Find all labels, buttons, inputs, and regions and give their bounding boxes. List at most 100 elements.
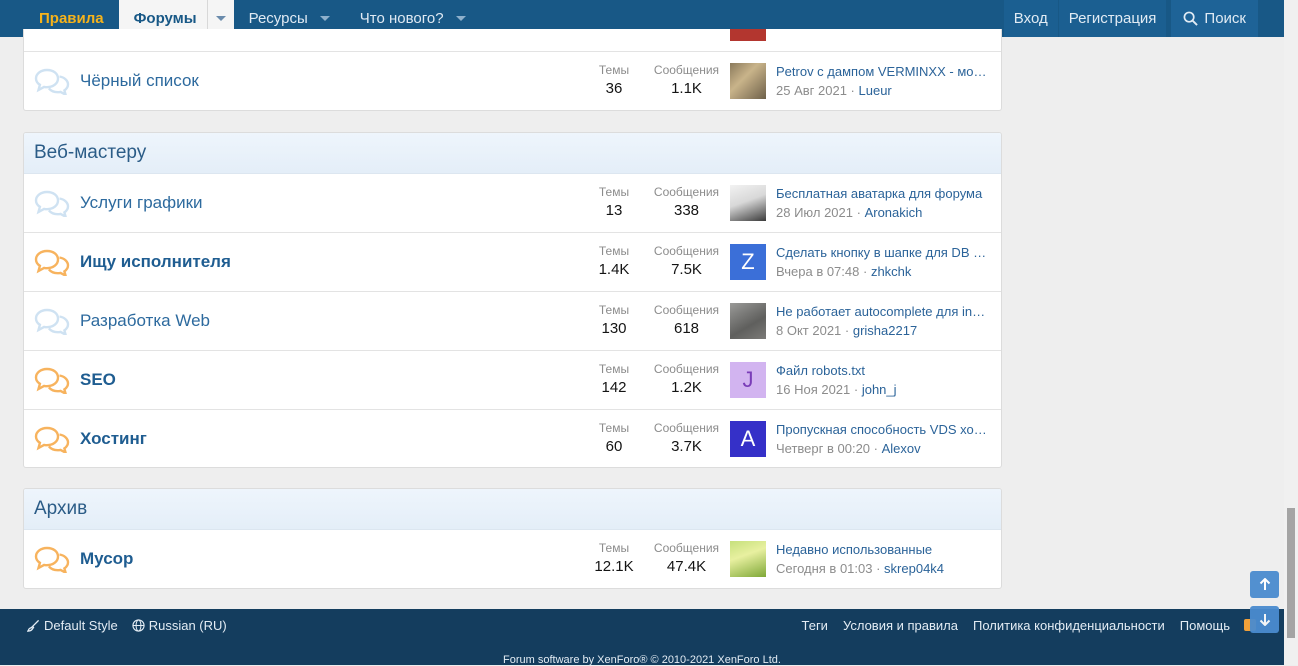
previous-node-fragment	[24, 29, 1001, 52]
forum-title[interactable]: Мусор	[80, 530, 133, 588]
language-label: Russian (RU)	[148, 617, 227, 633]
chevron-down-icon	[215, 16, 226, 21]
forum-title[interactable]: Ищу исполнителя	[80, 233, 231, 291]
scrollbar-thumb[interactable]	[1287, 508, 1295, 638]
avatar[interactable]: Z	[730, 244, 766, 280]
arrow-up-icon	[1259, 578, 1270, 590]
language-chooser-link[interactable]: Russian (RU)	[132, 618, 227, 633]
avatar[interactable]: A	[730, 421, 766, 457]
threads-label: Темы	[598, 362, 630, 376]
posts-label: Сообщения	[653, 185, 720, 199]
account-nav: Вход Регистрация Поиск	[1003, 0, 1284, 37]
forum-title[interactable]: Чёрный список	[80, 52, 199, 110]
last-post-meta: Сегодня в 01:03 · skrep04k4	[776, 561, 945, 576]
footer-terms-link[interactable]: Условия и правила	[843, 618, 958, 633]
threads-label: Темы	[598, 541, 630, 555]
last-post-user[interactable]: skrep04k4	[884, 561, 944, 576]
chevron-down-icon[interactable]	[319, 16, 330, 21]
forum-node: Мусор Темы 12.1K Сообщения 47.4K Недавно испо…	[24, 530, 1001, 588]
last-post-title[interactable]: Не работает autocomplete для input	[776, 304, 990, 319]
last-post-title[interactable]: Файл robots.txt	[776, 363, 990, 378]
threads-label: Темы	[598, 303, 630, 317]
posts-count: 1.2K	[671, 379, 702, 396]
last-post-title[interactable]: Petrov с дампом VERMINXX - мошенник	[776, 64, 990, 79]
last-post-meta: 8 Окт 2021 · grisha2217	[776, 323, 918, 338]
forum-title[interactable]: Разработка Web	[80, 292, 210, 350]
posts-label: Сообщения	[653, 303, 720, 317]
forum-title[interactable]: Услуги графики	[80, 174, 203, 232]
chevron-down-icon[interactable]	[455, 16, 466, 21]
search-button[interactable]: Поиск	[1171, 0, 1258, 37]
posts-count: 618	[673, 320, 700, 337]
threads-stat: Темы 130	[594, 303, 634, 337]
category-header[interactable]: Архив	[24, 489, 1001, 530]
avatar	[730, 29, 766, 41]
posts-label: Сообщения	[653, 362, 720, 376]
avatar[interactable]: J	[730, 362, 766, 398]
avatar[interactable]	[730, 185, 766, 221]
last-post-user[interactable]: zhkchk	[871, 264, 911, 279]
threads-stat: Темы 12.1K	[594, 541, 634, 575]
last-post-user[interactable]: Alexov	[882, 441, 921, 456]
forum-node: Ищу исполнителя Темы 1.4K Сообщения 7.5K Z Сде…	[24, 233, 1001, 292]
threads-count: 142	[601, 379, 627, 396]
avatar[interactable]	[730, 63, 766, 99]
forum-node: Хостинг Темы 60 Сообщения 3.7K A Пропускная сп…	[24, 410, 1001, 467]
posts-count: 1.1K	[671, 80, 702, 97]
last-post-title[interactable]: Пропускная способность VDS хостинга	[776, 422, 990, 437]
avatar[interactable]	[730, 303, 766, 339]
style-label: Default Style	[44, 617, 118, 633]
threads-label: Темы	[598, 421, 630, 435]
threads-count: 12.1K	[594, 558, 634, 575]
last-post-user[interactable]: john_j	[862, 382, 897, 397]
last-post-user[interactable]: grisha2217	[853, 323, 917, 338]
posts-stat: Сообщения 47.4K	[649, 541, 724, 575]
threads-stat: Темы 36	[594, 63, 634, 97]
globe-icon	[132, 618, 145, 632]
forum-unread-icon	[34, 249, 70, 276]
nav-tab-forums-label: Форумы	[133, 10, 197, 27]
search-icon	[1183, 11, 1199, 26]
last-post-meta: 28 Июл 2021 · Aronakich	[776, 205, 923, 220]
footer-left: Default Style Russian (RU)	[0, 618, 241, 633]
posts-label: Сообщения	[653, 63, 720, 77]
last-post-meta: Четверг в 00:20 · Alexov	[776, 441, 921, 456]
last-post-date: Четверг в 00:20	[776, 441, 871, 456]
last-post-title[interactable]: Бесплатная аватарка для форума	[776, 186, 990, 201]
posts-count: 338	[673, 202, 700, 219]
forum-unread-icon	[34, 367, 70, 394]
category-header[interactable]: Веб-мастеру	[24, 133, 1001, 174]
scroll-to-top-button[interactable]	[1250, 571, 1279, 598]
forum-title[interactable]: SEO	[80, 351, 116, 409]
forum-category-webmaster: Веб-мастеру Услуги графики Темы 13 Сообщени…	[23, 132, 1002, 468]
last-post-date: 16 Ноя 2021	[776, 382, 851, 397]
style-chooser-link[interactable]: Default Style	[27, 618, 118, 633]
avatar[interactable]	[730, 541, 766, 577]
login-button[interactable]: Вход	[1003, 0, 1058, 37]
last-post-meta: 16 Ноя 2021 · john_j	[776, 382, 897, 397]
last-post-date: Сегодня в 01:03	[776, 561, 873, 576]
register-button[interactable]: Регистрация	[1058, 0, 1167, 37]
footer-help-link[interactable]: Помощь	[1180, 618, 1230, 633]
footer-tags-link[interactable]: Теги	[802, 618, 828, 633]
last-post-title[interactable]: Недавно использованные	[776, 542, 990, 557]
forum-read-icon	[34, 190, 70, 217]
arrow-down-icon	[1259, 614, 1270, 626]
last-post-user[interactable]: Lueur	[859, 83, 892, 98]
forum-title[interactable]: Хостинг	[80, 410, 147, 467]
scroll-to-bottom-button[interactable]	[1250, 606, 1279, 633]
forum-block-partial: Чёрный список Темы 36 Сообщения 1.1K Petro…	[23, 29, 1002, 111]
last-post-date: 8 Окт 2021	[776, 323, 842, 338]
last-post-user[interactable]: Aronakich	[865, 205, 923, 220]
threads-label: Темы	[598, 63, 630, 77]
page-scrollbar[interactable]	[1284, 0, 1298, 665]
footer-links: Default Style Russian (RU) Теги Условия …	[0, 609, 1284, 641]
search-label: Поиск	[1204, 10, 1246, 27]
last-post-date: Вчера в 07:48	[776, 264, 860, 279]
threads-stat: Темы 13	[594, 185, 634, 219]
footer-privacy-link[interactable]: Политика конфиденциальности	[973, 618, 1165, 633]
threads-label: Темы	[598, 244, 630, 258]
forum-node: Разработка Web Темы 130 Сообщения 618 Не рабо…	[24, 292, 1001, 351]
last-post-title[interactable]: Сделать кнопку в шапке для DB Core	[776, 245, 990, 260]
copyright: Forum software by XenForo® © 2010-2021 X…	[503, 654, 781, 666]
